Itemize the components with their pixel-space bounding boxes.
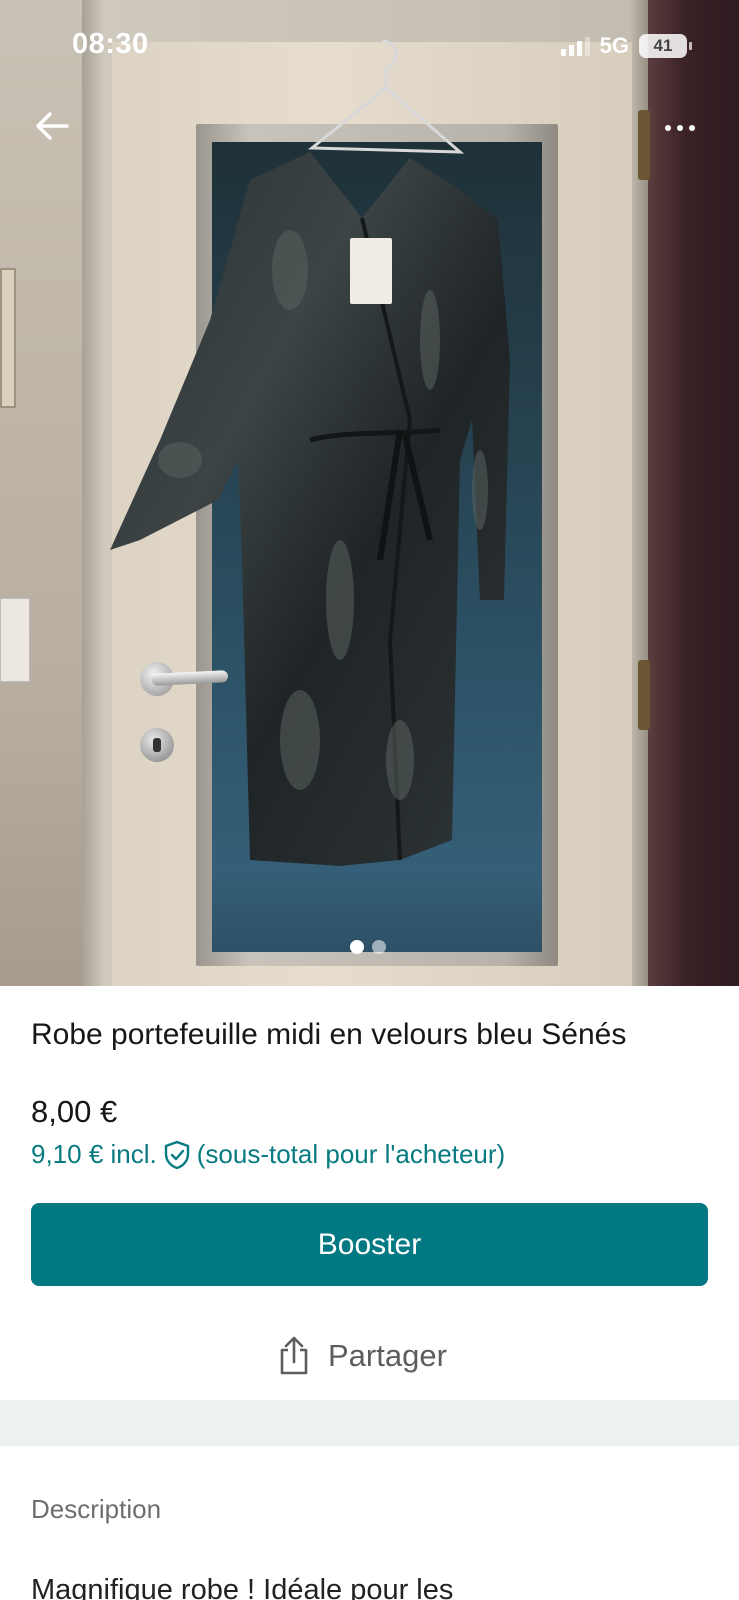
battery-icon: 41	[639, 34, 692, 58]
item-price: 8,00 €	[31, 1094, 118, 1129]
gallery-pagination	[350, 940, 386, 954]
battery-level: 41	[653, 36, 673, 55]
photo-hinge	[638, 660, 650, 730]
photo-dress	[110, 40, 510, 866]
status-indicators: 5G 41	[560, 33, 692, 59]
signal-icon	[560, 36, 590, 56]
buyer-price-info[interactable]: 9,10 € incl. (sous-total pour l'acheteur…	[31, 1139, 505, 1170]
photo-price-tag	[350, 238, 392, 304]
gallery-dot-2[interactable]	[372, 940, 386, 954]
photo-right-wall	[648, 0, 739, 986]
more-dots-icon	[689, 125, 695, 131]
more-options-button[interactable]	[655, 110, 705, 146]
network-label: 5G	[599, 33, 629, 58]
photo-wall-frame	[0, 268, 16, 408]
share-button[interactable]: Partager	[278, 1336, 447, 1376]
section-divider	[0, 1400, 739, 1446]
more-dots-icon	[665, 125, 671, 131]
description-text: Magnifique robe ! Idéale pour les	[31, 1574, 454, 1600]
share-icon	[280, 1336, 308, 1375]
gallery-dot-1[interactable]	[350, 940, 364, 954]
boost-button[interactable]: Booster	[31, 1203, 708, 1286]
photo-light-switch	[0, 598, 30, 682]
back-button[interactable]	[30, 104, 74, 148]
product-photo[interactable]: 08:30 5G 41	[0, 0, 739, 986]
buyer-price: 9,10 € incl.	[31, 1139, 157, 1169]
shield-check-icon[interactable]	[163, 1140, 191, 1170]
share-label: Partager	[328, 1338, 447, 1373]
buyer-price-note: (sous-total pour l'acheteur)	[196, 1139, 506, 1169]
arrow-left-icon	[36, 112, 69, 140]
more-dots-icon	[677, 125, 683, 131]
item-title: Robe portefeuille midi en velours bleu S…	[31, 1018, 627, 1051]
description-heading: Description	[31, 1494, 162, 1524]
status-time: 08:30	[72, 28, 149, 60]
photo-hinge	[638, 110, 650, 180]
